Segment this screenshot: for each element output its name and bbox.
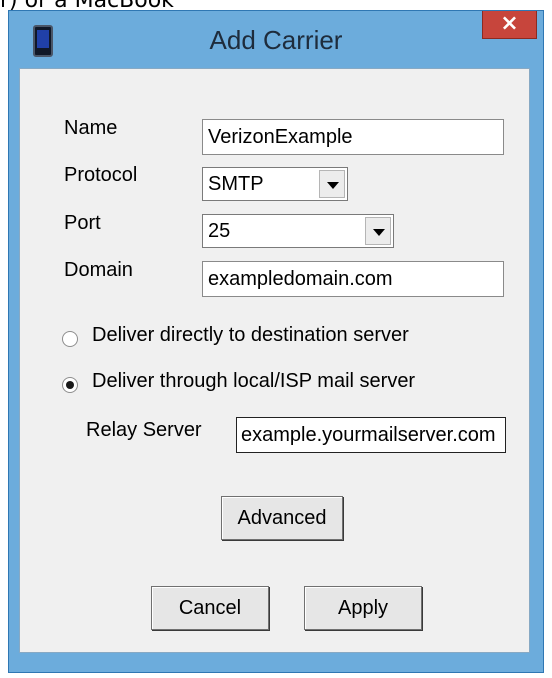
relay-server-label: Relay Server: [86, 419, 202, 441]
name-label: Name: [64, 117, 118, 139]
deliver-direct-radio[interactable]: [62, 331, 78, 347]
deliver-relay-radio[interactable]: [62, 377, 78, 393]
protocol-label: Protocol: [64, 164, 138, 186]
deliver-relay-label[interactable]: Deliver through local/ISP mail server: [92, 370, 415, 393]
port-label: Port: [64, 212, 101, 234]
protocol-select[interactable]: SMTP: [202, 167, 348, 201]
chevron-down-icon[interactable]: [365, 217, 391, 245]
domain-field[interactable]: exampledomain.com: [202, 261, 504, 297]
chevron-down-icon[interactable]: [319, 170, 345, 198]
protocol-value: SMTP: [208, 173, 264, 195]
advanced-button[interactable]: Advanced: [221, 496, 343, 540]
name-field[interactable]: VerizonExample: [202, 119, 504, 155]
relay-server-field[interactable]: example.yourmailserver.com: [236, 417, 506, 453]
domain-label: Domain: [64, 259, 133, 281]
close-button[interactable]: ×: [482, 11, 537, 39]
port-select[interactable]: 25: [202, 214, 394, 248]
dialog-body: Name VerizonExample Protocol SMTP Port 2…: [19, 68, 530, 653]
apply-button[interactable]: Apply: [304, 586, 422, 630]
cancel-button[interactable]: Cancel: [151, 586, 269, 630]
dialog-title: Add Carrier: [209, 25, 343, 55]
deliver-direct-label[interactable]: Deliver directly to destination server: [92, 324, 409, 347]
add-carrier-dialog: Add Carrier × Name VerizonExample Protoc…: [8, 10, 544, 673]
port-value: 25: [208, 220, 231, 242]
